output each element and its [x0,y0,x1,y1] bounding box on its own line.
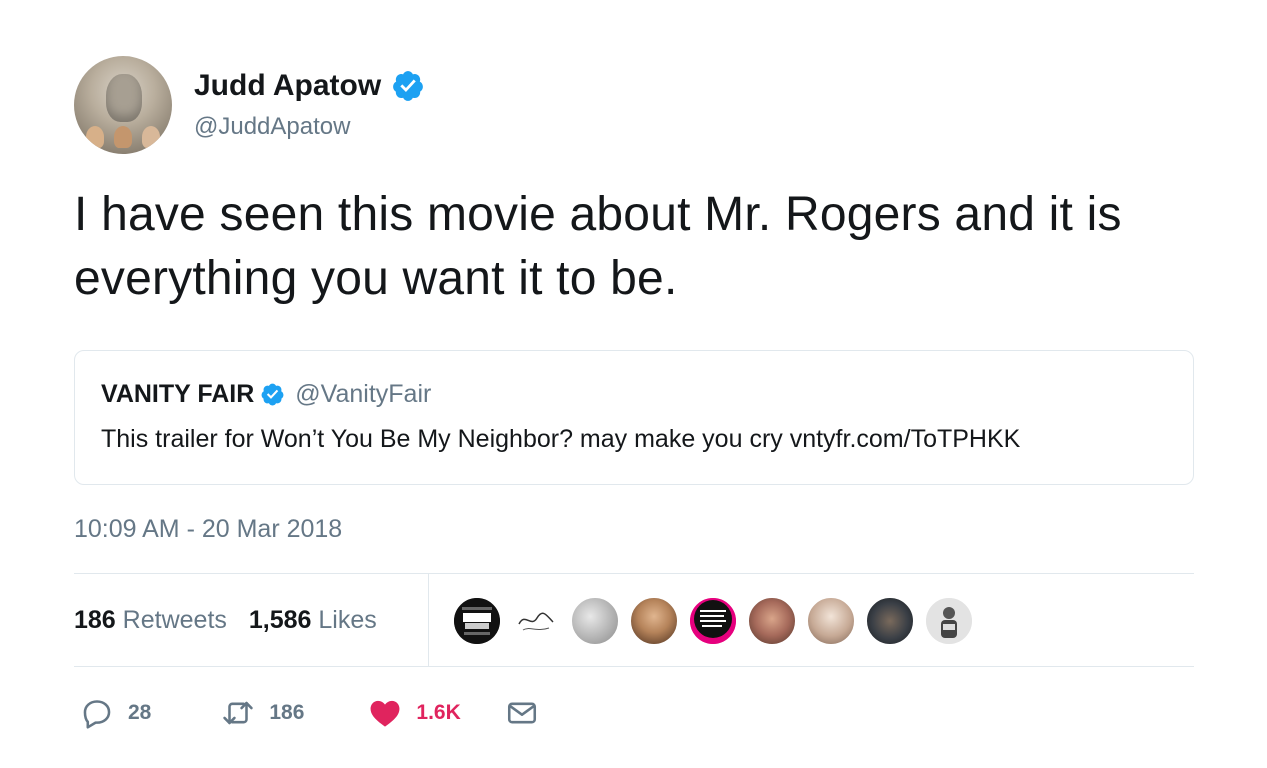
liker-avatar[interactable] [747,596,797,646]
direct-message-button[interactable] [505,696,539,730]
retweets-stat-count: 186 [74,605,116,634]
verified-badge-icon [261,383,284,405]
reply-count: 28 [128,701,152,724]
liker-avatar[interactable] [806,596,856,646]
like-count: 1.6K [416,701,461,724]
liker-avatar[interactable] [629,596,679,646]
avatar-face [106,74,142,122]
likes-stat-label: Likes [318,605,377,634]
signature-logo-icon [518,612,554,631]
quoted-tweet-text: This trailer for Won’t You Be My Neighbo… [101,425,1021,453]
liker-avatar[interactable] [688,596,738,646]
quoted-author-handle: @VanityFair [295,380,432,408]
retweet-button[interactable]: 186 [221,696,304,730]
tweet-header: Judd Apatow @JuddApatow [74,56,425,154]
likes-stat-count: 1,586 [248,605,312,634]
liker-avatar-signature[interactable] [511,596,561,646]
likes-stat[interactable]: 1,586 Likes [249,606,377,635]
avatar-figure [86,126,104,148]
reply-button[interactable]: 28 [80,696,151,730]
author-avatar[interactable] [74,56,172,154]
retweets-stat[interactable]: 186 Retweets [74,606,227,635]
retweet-count: 186 [269,701,305,724]
tweet-text: I have seen this movie about Mr. Rogers … [74,188,1122,305]
user-avatar-icon [926,598,972,644]
avatar-figure [142,126,160,148]
verified-badge-icon [393,71,424,101]
quoted-tweet-card[interactable]: VANITY FAIR @VanityFair This trailer for… [74,350,1194,485]
avatar-figure [114,126,132,148]
liker-avatar-salem-cinema[interactable] [452,596,502,646]
envelope-icon [507,702,536,724]
liker-avatar[interactable] [570,596,620,646]
liker-avatars [452,596,983,646]
retweet-icon [223,701,254,725]
author-name-row: Judd Apatow [194,69,425,103]
like-button[interactable]: 1.6K [368,696,461,730]
author-name[interactable]: Judd Apatow [194,69,381,103]
quoted-tweet-header: VANITY FAIR @VanityFair [101,379,1167,409]
divider [74,666,1194,667]
stats-separator [428,574,429,666]
tweet-stats: 186 Retweets 1,586 Likes [74,574,399,666]
author-info: Judd Apatow @JuddApatow [194,69,425,141]
retweets-stat-label: Retweets [122,605,227,634]
reply-icon [83,700,111,729]
tweet-actions: 28 186 1.6K [74,690,539,736]
tweet-timestamp[interactable]: 10:09 AM - 20 Mar 2018 [74,513,342,545]
liker-avatar[interactable] [924,596,974,646]
salem-cinema-logo-icon [454,598,500,644]
heart-icon [370,700,400,727]
text-avatar-icon [690,598,736,644]
author-handle[interactable]: @JuddApatow [194,113,425,141]
quoted-author-name: VANITY FAIR [101,380,255,408]
liker-avatar[interactable] [865,596,915,646]
